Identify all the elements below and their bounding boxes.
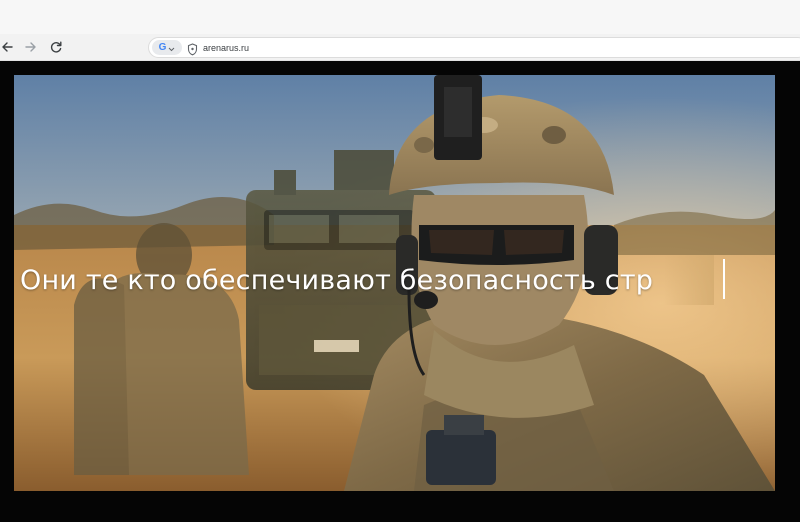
back-button[interactable] (0, 38, 16, 56)
address-bar[interactable]: G arenarus.ru (148, 37, 800, 58)
shield-icon[interactable] (187, 41, 198, 60)
arrow-left-icon (0, 40, 14, 54)
url-text[interactable]: arenarus.ru (203, 41, 249, 55)
reload-button[interactable] (47, 38, 65, 56)
video-caption: Они те кто обеспечивают безопасность стр (20, 265, 654, 296)
caption-fade (664, 255, 714, 305)
browser-top-strip (0, 0, 800, 34)
video-frame-image: Они те кто обеспечивают безопасность стр (14, 75, 775, 491)
video-player[interactable]: Они те кто обеспечивают безопасность стр (0, 61, 800, 522)
reload-icon (49, 40, 63, 54)
search-engine-chip[interactable]: G (152, 40, 182, 55)
forward-button[interactable] (22, 38, 40, 56)
arrow-right-icon (24, 40, 38, 54)
google-g-icon: G (158, 42, 167, 53)
text-caret (723, 259, 725, 299)
chevron-down-icon (168, 38, 175, 57)
browser-toolbar: G arenarus.ru (0, 34, 800, 61)
